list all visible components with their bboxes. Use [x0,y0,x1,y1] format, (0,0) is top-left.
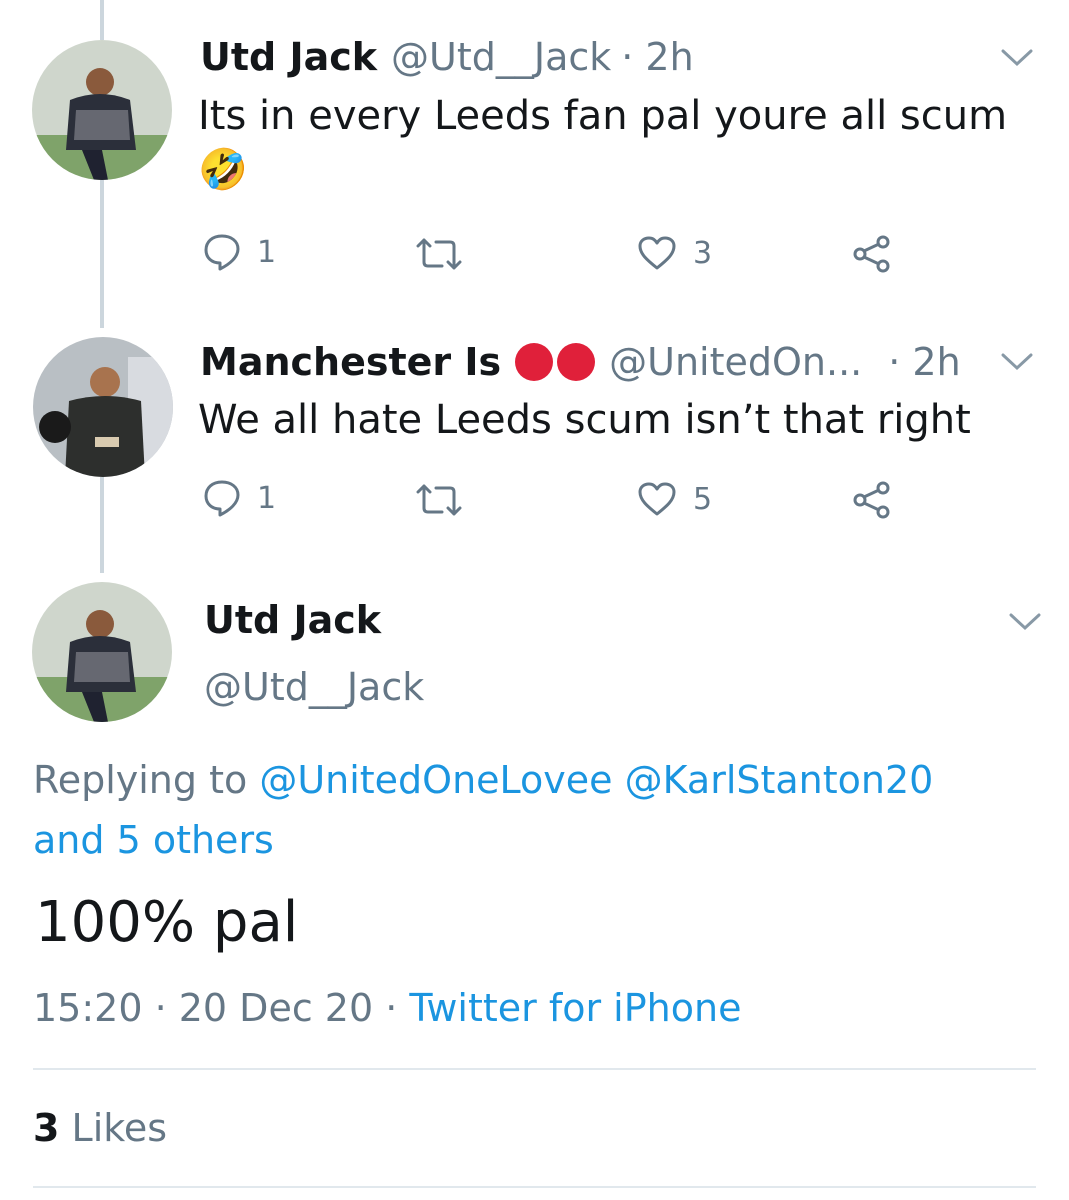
reply-button[interactable]: 1 [203,232,276,272]
author-name[interactable]: Utd Jack [204,598,381,642]
tweet-source-link[interactable]: Twitter for iPhone [409,986,741,1030]
retweet-icon [416,484,462,516]
share-icon [853,235,890,273]
divider [33,1186,1036,1188]
avatar[interactable] [32,582,172,722]
reply-icon [204,234,240,271]
author-handle[interactable]: @Utd__Jack [391,35,611,79]
replying-to: Replying to @UnitedOneLovee @KarlStanton… [33,758,933,802]
mention-link[interactable]: @UnitedOneLovee [259,758,612,802]
thread-line-2 [100,477,104,573]
red-dot-icon [557,343,596,381]
retweet-icon [416,238,462,270]
reply-count: 1 [257,480,277,516]
likes-summary[interactable]: 3 Likes [33,1106,167,1150]
avatar[interactable] [32,40,172,180]
tweet-meta: 15:20 · 20 Dec 20 · Twitter for iPhone [33,986,741,1030]
replying-prefix: Replying to [33,758,248,802]
tweet-text: We all hate Leeds scum isn’t that right [198,397,971,443]
retweet-button[interactable] [414,236,464,272]
tweet-time[interactable]: · 2h [621,35,693,79]
red-dot-icon [515,343,554,381]
mention-link[interactable]: @KarlStanton20 [625,758,934,802]
avatar[interactable] [33,337,173,477]
like-button[interactable]: 3 [637,235,712,271]
author-name[interactable]: Manchester Is [200,340,501,384]
reply-count: 1 [257,234,277,270]
likes-label: Likes [71,1106,168,1150]
divider [33,1068,1036,1070]
chevron-down-icon[interactable] [1000,352,1034,372]
chevron-down-icon[interactable] [1000,48,1034,68]
reply-button[interactable]: 1 [203,478,276,518]
like-count: 3 [693,235,713,271]
main-tweet-text: 100% pal [35,890,299,955]
likes-total: 3 [33,1106,60,1150]
reply-icon [204,480,240,517]
tweet-timestamp[interactable]: 15:20 · 20 Dec 20 · [33,986,397,1030]
retweet-button[interactable] [414,482,464,518]
author-handle[interactable]: @UnitedOn... [609,340,862,384]
share-button[interactable] [852,234,892,274]
share-icon [853,481,890,519]
tweet-text: Its in every Leeds fan pal youre all scu… [198,93,1008,139]
reply-others-link[interactable]: and 5 others [33,818,274,862]
thread-line-1 [100,180,104,328]
like-button[interactable]: 5 [637,481,712,517]
heart-icon [638,236,676,270]
author-handle[interactable]: @Utd__Jack [204,665,424,709]
thread-line-top [100,0,104,40]
chevron-down-icon[interactable] [1008,612,1042,632]
share-button[interactable] [852,480,892,520]
emoji: 🤣 [198,147,248,193]
like-count: 5 [693,481,713,517]
heart-icon [638,482,676,516]
tweet-time[interactable]: · 2h [888,340,960,384]
author-name[interactable]: Utd Jack [200,35,377,79]
